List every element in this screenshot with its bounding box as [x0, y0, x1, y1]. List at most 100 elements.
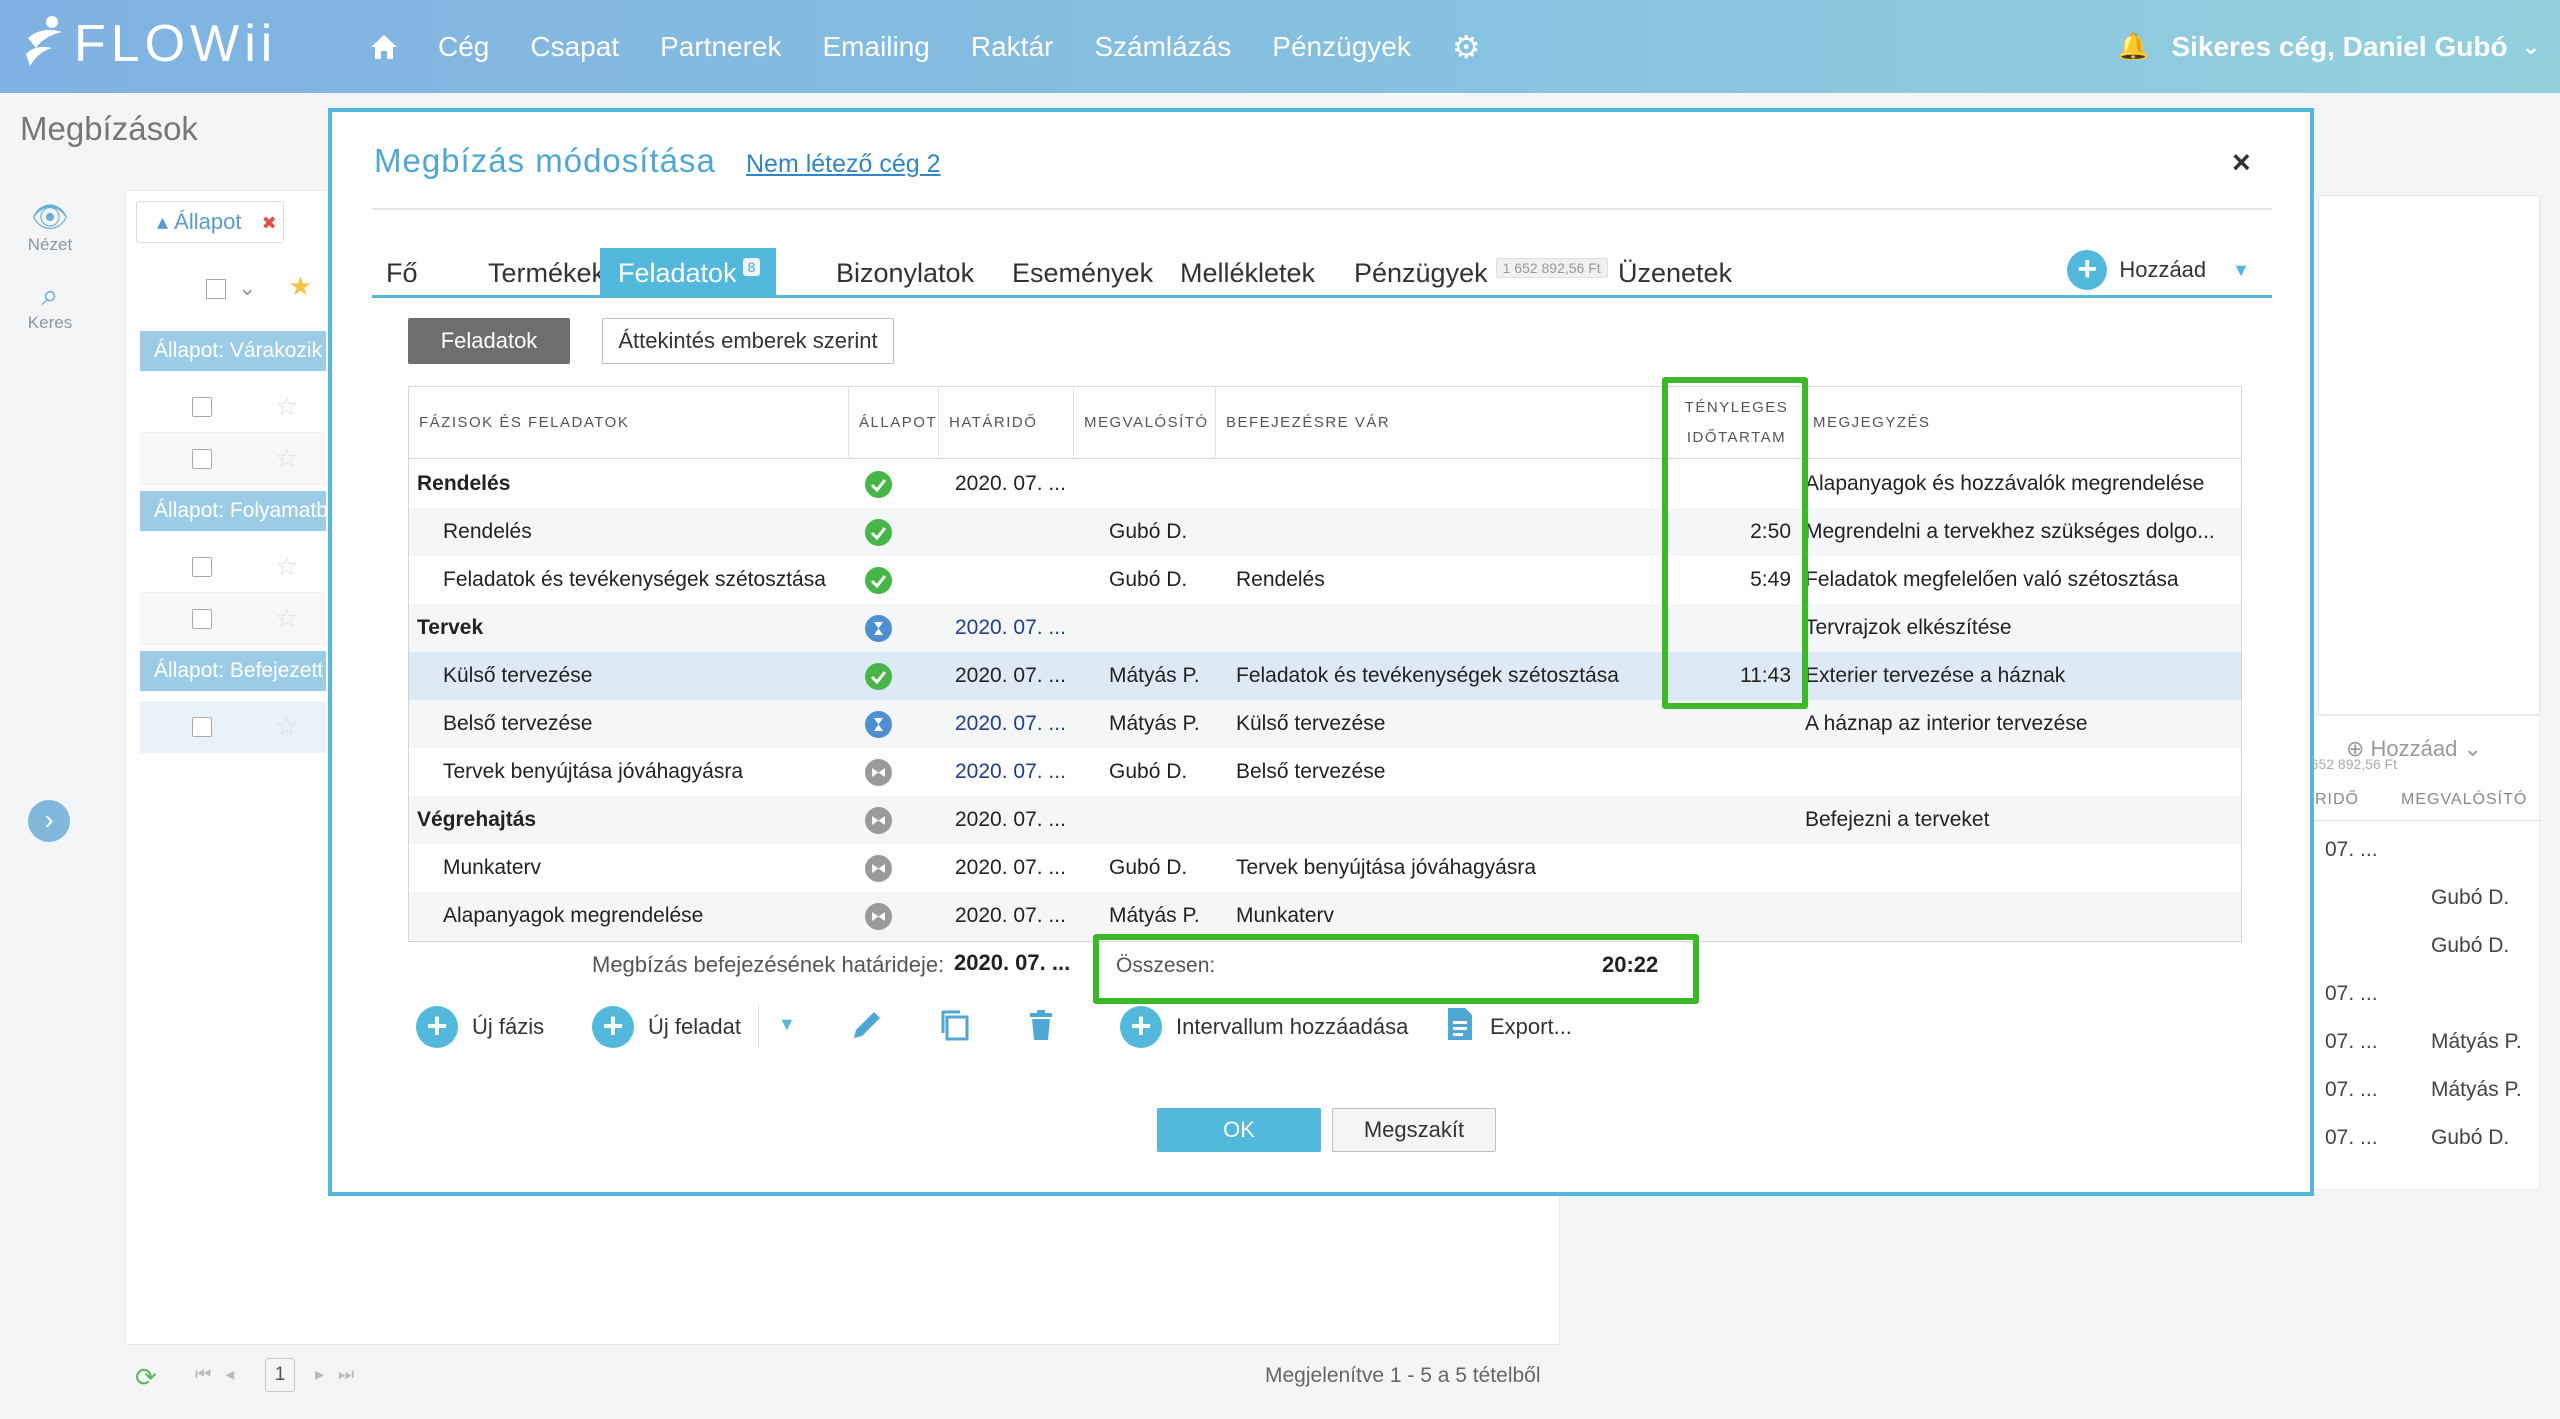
- table-row[interactable]: Alapanyagok megrendelése 2020. 07. ... Mát…: [409, 892, 2241, 940]
- pager-first-prev-icons[interactable]: ⏮◂: [195, 1364, 248, 1385]
- remove-filter-icon[interactable]: ✖: [262, 213, 277, 233]
- nav-finances[interactable]: Pénzügyek: [1272, 31, 1411, 63]
- tab-documents[interactable]: Bizonylatok: [836, 258, 974, 289]
- expand-panel-button[interactable]: ›: [28, 800, 70, 842]
- col-note[interactable]: MEGJEGYZÉS: [1803, 387, 2241, 459]
- row-checkbox[interactable]: [192, 557, 212, 577]
- row-checkbox[interactable]: [192, 609, 212, 629]
- chevron-down-icon[interactable]: ⌄: [2522, 34, 2540, 60]
- copy-icon[interactable]: [938, 1008, 972, 1051]
- list-item[interactable]: ☆: [140, 593, 326, 645]
- status-waiting-icon[interactable]: [865, 807, 892, 834]
- nav-partners[interactable]: Partnerek: [660, 31, 781, 63]
- tab-products[interactable]: Termékek: [488, 258, 605, 289]
- table-row[interactable]: 07. ...: [2291, 826, 2541, 874]
- tab-messages[interactable]: Üzenetek: [1618, 258, 1732, 289]
- company-link[interactable]: Nem létező cég 2: [746, 150, 941, 179]
- tab-tasks[interactable]: Feladatok 8: [600, 248, 777, 295]
- add-button[interactable]: + Hozzáad ▼: [2067, 250, 2250, 290]
- cancel-button[interactable]: Megszakít: [1332, 1108, 1496, 1152]
- export-button[interactable]: Export...: [1446, 1002, 1572, 1052]
- table-row[interactable]: Rendelés Gubó D. 2:50 Megrendelni a tervekh…: [409, 508, 2241, 556]
- table-row[interactable]: Munkaterv 2020. 07. ... Gubó D. Tervek beny…: [409, 844, 2241, 892]
- row-checkbox[interactable]: [192, 717, 212, 737]
- status-in-progress-icon[interactable]: [865, 615, 892, 642]
- settings-gear-icon[interactable]: ⚙: [1452, 28, 1481, 66]
- table-row[interactable]: 07. ... Mátyás P.: [2291, 1018, 2541, 1066]
- table-row[interactable]: 07. ... Mátyás P.: [2291, 1066, 2541, 1114]
- ok-button[interactable]: OK: [1157, 1108, 1321, 1152]
- edit-pencil-icon[interactable]: [850, 1008, 884, 1051]
- tab-finances[interactable]: Pénzügyek 1 652 892,56 Ft: [1354, 258, 1608, 289]
- nav-invoicing[interactable]: Számlázás: [1094, 31, 1231, 63]
- star-filter-icon[interactable]: ★: [289, 271, 312, 301]
- star-icon[interactable]: ☆: [275, 391, 298, 422]
- close-icon[interactable]: ×: [2232, 144, 2251, 181]
- search-button[interactable]: ⌕ Keres: [0, 279, 100, 333]
- group-header-in-progress[interactable]: Állapot: Folyamatban: [140, 491, 326, 531]
- table-row[interactable]: Külső tervezése 2020. 07. ... Mátyás P. Fel…: [409, 652, 2241, 700]
- group-header-waiting[interactable]: Állapot: Várakozik: [140, 331, 326, 371]
- subtab-tasks[interactable]: Feladatok: [408, 318, 570, 364]
- table-row[interactable]: Tervek 2020. 07. ... Tervrajzok elkészítés…: [409, 604, 2241, 652]
- status-done-icon[interactable]: [865, 663, 892, 690]
- notification-bell-icon[interactable]: 🔔: [2117, 31, 2149, 62]
- status-in-progress-icon[interactable]: [865, 711, 892, 738]
- status-waiting-icon[interactable]: [865, 903, 892, 930]
- status-done-icon[interactable]: [865, 471, 892, 498]
- list-item[interactable]: ☆: [140, 381, 326, 433]
- pager-next-last-icons[interactable]: ▸⏭: [315, 1364, 368, 1385]
- list-item[interactable]: ☆: [140, 433, 326, 485]
- row-checkbox[interactable]: [192, 449, 212, 469]
- tab-main[interactable]: Fő: [386, 258, 418, 289]
- select-all-checkbox[interactable]: [206, 279, 226, 300]
- table-row[interactable]: Belső tervezése 2020. 07. ... Mátyás P. Kül…: [409, 700, 2241, 748]
- table-row[interactable]: 07. ...: [2291, 970, 2541, 1018]
- table-row[interactable]: Gubó D.: [2291, 922, 2541, 970]
- new-task-button[interactable]: + Új feladat: [592, 1002, 741, 1052]
- list-item[interactable]: ☆: [140, 541, 326, 593]
- status-waiting-icon[interactable]: [865, 855, 892, 882]
- home-icon[interactable]: [370, 34, 398, 60]
- col-deadline[interactable]: HATÁRIDŐ: [939, 387, 1074, 459]
- table-row[interactable]: Rendelés 2020. 07. ... Alapanyagok és hozz…: [409, 460, 2241, 508]
- status-waiting-icon[interactable]: [865, 759, 892, 786]
- table-row[interactable]: Gubó D.: [2291, 874, 2541, 922]
- star-icon[interactable]: ☆: [275, 551, 298, 582]
- user-menu[interactable]: 🔔 Sikeres cég, Daniel Gubó ⌄: [2117, 0, 2540, 93]
- delete-trash-icon[interactable]: [1024, 1008, 1058, 1051]
- chevron-down-icon[interactable]: ⌄: [238, 275, 256, 300]
- col-status[interactable]: ÁLLAPOT: [849, 387, 939, 459]
- tab-events[interactable]: Események: [1012, 258, 1153, 289]
- status-done-icon[interactable]: [865, 567, 892, 594]
- col-assignee[interactable]: MEGVALÓSÍTÓ: [1074, 387, 1216, 459]
- nav-team[interactable]: Csapat: [530, 31, 619, 63]
- row-checkbox[interactable]: [192, 397, 212, 417]
- new-phase-button[interactable]: + Új fázis: [416, 1002, 544, 1052]
- star-icon[interactable]: ☆: [275, 443, 298, 474]
- table-row[interactable]: Tervek benyújtása jóváhagyásra 2020. 07. …: [409, 748, 2241, 796]
- col-waits-for[interactable]: BEFEJEZÉSRE VÁR: [1216, 387, 1656, 459]
- star-icon[interactable]: ☆: [275, 603, 298, 634]
- nav-warehouse[interactable]: Raktár: [971, 31, 1053, 63]
- status-filter-chip[interactable]: ▴ Állapot ✖: [136, 201, 284, 243]
- tab-attachments[interactable]: Mellékletek: [1180, 258, 1315, 289]
- col-phases-tasks[interactable]: FÁZISOK ÉS FELADATOK: [409, 387, 849, 459]
- table-row[interactable]: Feladatok és tevékenységek szétosztása Gu…: [409, 556, 2241, 604]
- nav-company[interactable]: Cég: [438, 31, 489, 63]
- app-logo[interactable]: FLOWii: [22, 14, 277, 74]
- nav-emailing[interactable]: Emailing: [823, 31, 930, 63]
- list-item[interactable]: ☆: [140, 701, 326, 753]
- star-icon[interactable]: ☆: [275, 711, 298, 742]
- table-row[interactable]: Végrehajtás 2020. 07. ... Befejezni a terv…: [409, 796, 2241, 844]
- subtab-overview-by-people[interactable]: Áttekintés emberek szerint: [602, 318, 894, 364]
- table-row[interactable]: 07. ... Gubó D.: [2291, 1114, 2541, 1162]
- view-button[interactable]: 👁 Nézet: [0, 200, 100, 255]
- status-done-icon[interactable]: [865, 519, 892, 546]
- refresh-icon[interactable]: ⟳: [135, 1362, 157, 1393]
- group-header-finished[interactable]: Állapot: Befejezett: [140, 651, 326, 691]
- add-interval-button[interactable]: + Intervallum hozzáadása: [1120, 1002, 1408, 1052]
- pager-page-input[interactable]: 1: [265, 1358, 295, 1392]
- caret-down-icon[interactable]: ▼: [2232, 260, 2250, 281]
- new-task-caret-icon[interactable]: ▼: [778, 1014, 796, 1035]
